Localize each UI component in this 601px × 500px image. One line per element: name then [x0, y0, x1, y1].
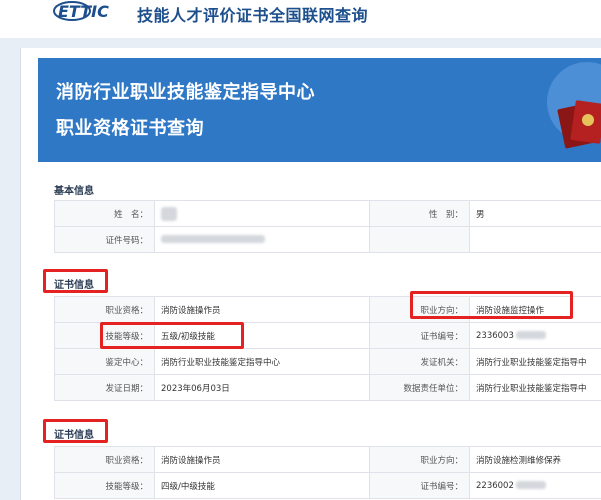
- table-row: 姓 名： 性 别： 男: [54, 200, 601, 227]
- level-value: 四级/中级技能: [154, 472, 370, 499]
- level-value: 五级/初级技能: [154, 322, 370, 349]
- ettic-logo: ETTIC: [53, 1, 109, 21]
- issuer-value: 消防行业职业技能鉴定指导中: [469, 348, 601, 375]
- unit-value: 消防行业职业技能鉴定指导中: [469, 374, 601, 401]
- table-row: 发证日期： 2023年06月03日 数据责任单位： 消防行业职业技能鉴定指导中: [54, 374, 601, 401]
- level-label: 技能等级：: [54, 322, 155, 349]
- table-row: 鉴定中心： 消防行业职业技能鉴定指导中心 发证机关： 消防行业职业技能鉴定指导中: [54, 348, 601, 375]
- banner: 消防行业职业技能鉴定指导中心 职业资格证书查询: [38, 58, 601, 162]
- table-row: 职业资格： 消防设施操作员 职业方向： 消防设施检测维修保养: [54, 446, 601, 473]
- issuer-label: 发证机关：: [369, 348, 470, 375]
- direction-label: 职业方向：: [369, 446, 470, 473]
- cert-info-title-2: 证书信息: [54, 430, 94, 441]
- qualification-value: 消防设施操作员: [154, 446, 370, 473]
- qualification-label: 职业资格：: [54, 296, 155, 323]
- cert-no-value: 2236002: [469, 472, 601, 499]
- cert-info-table-1: 职业资格： 消防设施操作员 职业方向： 消防设施监控操作 技能等级： 五级/初级…: [54, 296, 601, 401]
- cert-info-table-2: 职业资格： 消防设施操作员 职业方向： 消防设施检测维修保养 技能等级： 四级/…: [54, 446, 601, 499]
- certificate-books-icon: [547, 62, 601, 149]
- cert-no-label: 证书编号：: [369, 322, 470, 349]
- table-row: 技能等级： 四级/中级技能 证书编号： 2236002: [54, 472, 601, 499]
- site-title: 技能人才评价证书全国联网查询: [137, 6, 369, 25]
- table-row: 技能等级： 五级/初级技能 证书编号： 2336003: [54, 322, 601, 349]
- basic-info-table: 姓 名： 性 别： 男 证件号码：: [54, 200, 601, 253]
- unit-label: 数据责任单位：: [369, 374, 470, 401]
- empty-cell: [369, 226, 470, 253]
- center-value: 消防行业职业技能鉴定指导中心: [154, 348, 370, 375]
- table-row: 证件号码：: [54, 226, 601, 253]
- cert-no-label: 证书编号：: [369, 472, 470, 499]
- basic-info-title: 基本信息: [54, 186, 94, 197]
- cert-info-title-1: 证书信息: [54, 280, 94, 291]
- level-label: 技能等级：: [54, 472, 155, 499]
- cert-no-text: 2336003: [476, 330, 514, 341]
- date-value: 2023年06月03日: [154, 374, 370, 401]
- name-label: 姓 名：: [54, 200, 155, 227]
- redacted-id: [161, 235, 265, 243]
- redacted-name: [161, 206, 177, 221]
- center-label: 鉴定中心：: [54, 348, 155, 375]
- banner-title-query: 职业资格证书查询: [56, 118, 204, 139]
- svg-text:ETTIC: ETTIC: [58, 2, 109, 21]
- banner-title-org: 消防行业职业技能鉴定指导中心: [56, 82, 315, 103]
- cert-no-value: 2336003: [469, 322, 601, 349]
- qualification-value: 消防设施操作员: [154, 296, 370, 323]
- redacted-cert-no: [515, 481, 546, 489]
- direction-value: 消防设施检测维修保养: [469, 446, 601, 473]
- date-label: 发证日期：: [54, 374, 155, 401]
- name-value: [154, 200, 370, 227]
- redacted-cert-no: [515, 331, 546, 339]
- direction-value: 消防设施监控操作: [469, 296, 601, 323]
- cert-no-text: 2236002: [476, 480, 514, 491]
- gender-label: 性 别：: [369, 200, 470, 227]
- gender-value: 男: [469, 200, 601, 227]
- direction-label: 职业方向：: [369, 296, 470, 323]
- id-label: 证件号码：: [54, 226, 155, 253]
- top-header: ETTIC 技能人才评价证书全国联网查询: [0, 0, 601, 36]
- qualification-label: 职业资格：: [54, 446, 155, 473]
- id-value: [154, 226, 370, 253]
- empty-cell: [469, 226, 601, 253]
- table-row: 职业资格： 消防设施操作员 职业方向： 消防设施监控操作: [54, 296, 601, 323]
